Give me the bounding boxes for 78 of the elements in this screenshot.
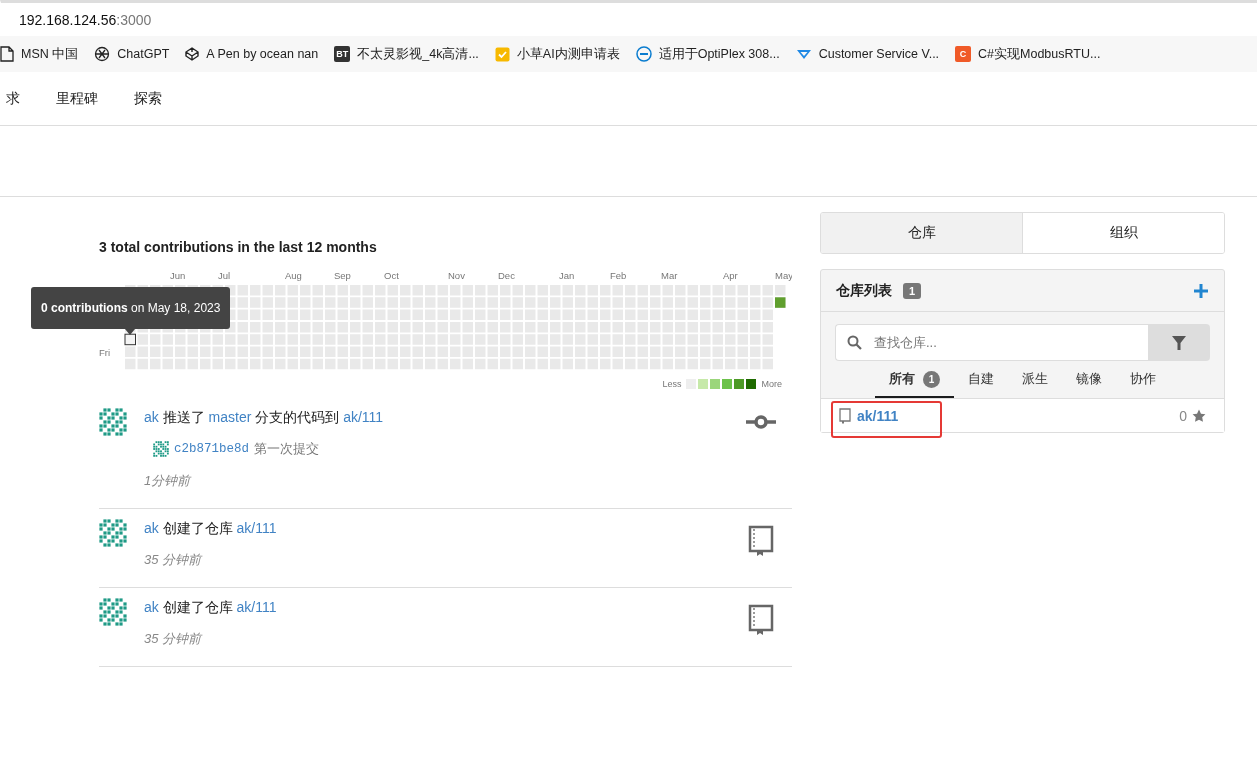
identicon-avatar[interactable] [99, 519, 127, 547]
identicon-avatar[interactable] [99, 598, 127, 626]
filter-tab[interactable]: 自建 [954, 365, 1008, 398]
logo-badge: BT [334, 46, 351, 62]
bookmark[interactable]: A Pen by ocean nan [185, 47, 319, 61]
activity-link[interactable]: ak/111 [343, 409, 384, 425]
star-count: 0 [1179, 407, 1187, 424]
bookmark[interactable]: ChatGPT [94, 46, 170, 62]
activity-link[interactable]: master [208, 409, 252, 425]
repo-link[interactable]: ak/111 [857, 407, 899, 424]
month-label: Nov [448, 270, 465, 281]
weekday-label: Fri [99, 346, 111, 358]
repo-list-title: 仓库列表 [836, 281, 892, 300]
activity-text: ak 创建了仓库 ak/111 [144, 598, 278, 616]
check-icon [494, 46, 510, 62]
legend-more-label: More [761, 379, 782, 389]
repo-icon [839, 407, 851, 424]
nav-link[interactable]: 求 [6, 89, 20, 108]
add-icon[interactable] [1193, 282, 1209, 299]
activity-time: 35 分钟前 [144, 630, 204, 648]
star-icon [1192, 408, 1206, 423]
month-label: Sep [334, 270, 351, 281]
bookmark[interactable]: 适用于OptiPlex 308... [635, 45, 780, 63]
bookmark[interactable]: Customer Service V... [795, 47, 940, 61]
page-icon [0, 46, 14, 62]
month-label: Aug [285, 270, 302, 281]
commit-icon [746, 414, 776, 430]
dashboard-tab[interactable]: 仓库 [821, 213, 1022, 253]
activity-text: ak 创建了仓库 ak/111 [144, 519, 278, 537]
activity-text: ak 推送了 master 分支的代码到 ak/111 [144, 408, 385, 426]
bookmark[interactable]: MSN 中国 [0, 45, 79, 63]
nav-link[interactable]: 里程碑 [56, 89, 98, 108]
bookmark[interactable]: BT 不太灵影视_4k高清... [334, 45, 479, 63]
book-icon [748, 525, 774, 557]
month-label: Jan [559, 270, 575, 281]
count-badge: 1 [903, 282, 922, 299]
legend-less-label: Less [662, 379, 682, 389]
filter-tab[interactable]: 协作 [1116, 365, 1170, 398]
contributions-heading: 3 total contributions in the last 12 months [99, 239, 378, 257]
tooltip-text: 0 contributions on May 18, 2023 [41, 301, 221, 315]
bookmark[interactable]: 小草AI内测申请表 [494, 45, 620, 63]
activity-time: 1分钟前 [144, 472, 193, 490]
dashboard-tab[interactable]: 组织 [1022, 213, 1224, 253]
activity-link[interactable]: ak/111 [236, 520, 277, 536]
activity-link[interactable]: ak [144, 409, 159, 425]
month-label: Dec [498, 270, 515, 281]
nav-link[interactable]: 探索 [134, 89, 162, 108]
month-label: Jul [218, 270, 231, 281]
commit-sha-link[interactable]: c2b871be8d [174, 442, 249, 456]
month-label: Jun [170, 270, 186, 281]
activity-link[interactable]: ak/111 [236, 599, 277, 615]
url-text: 192.168.124.56:3000 [19, 11, 152, 28]
search-field[interactable]: 查找仓库... [835, 324, 1148, 361]
knot-icon [94, 46, 111, 62]
hovered-day-cell[interactable] [124, 333, 136, 346]
cube-icon [185, 47, 200, 61]
filter-tab[interactable]: 镜像 [1062, 365, 1116, 398]
month-label: Mar [661, 270, 678, 281]
month-label: Feb [610, 270, 627, 281]
bookmark[interactable]: C C#实现ModbusRTU... [955, 45, 1101, 63]
logo-badge: C [955, 46, 972, 62]
search-icon [847, 335, 862, 350]
activity-link[interactable]: ak [144, 520, 159, 536]
activity-time: 35 分钟前 [144, 551, 204, 569]
commit-message: 第一次提交 [254, 440, 319, 458]
active-day-cell[interactable] [775, 297, 786, 308]
month-label: Oct [384, 270, 399, 281]
activity-link[interactable]: ak [144, 599, 159, 615]
book-icon [748, 604, 774, 636]
identicon-avatar[interactable] [99, 408, 127, 436]
month-label: Apr [723, 270, 738, 281]
circle-logo-icon [635, 46, 652, 62]
month-label: May [775, 270, 792, 281]
filter-tab[interactable]: 派生 [1008, 365, 1062, 398]
filter-icon [1172, 335, 1186, 350]
chevron-icon [795, 48, 812, 60]
identicon-avatar [153, 441, 169, 457]
filter-button[interactable] [1148, 324, 1210, 361]
